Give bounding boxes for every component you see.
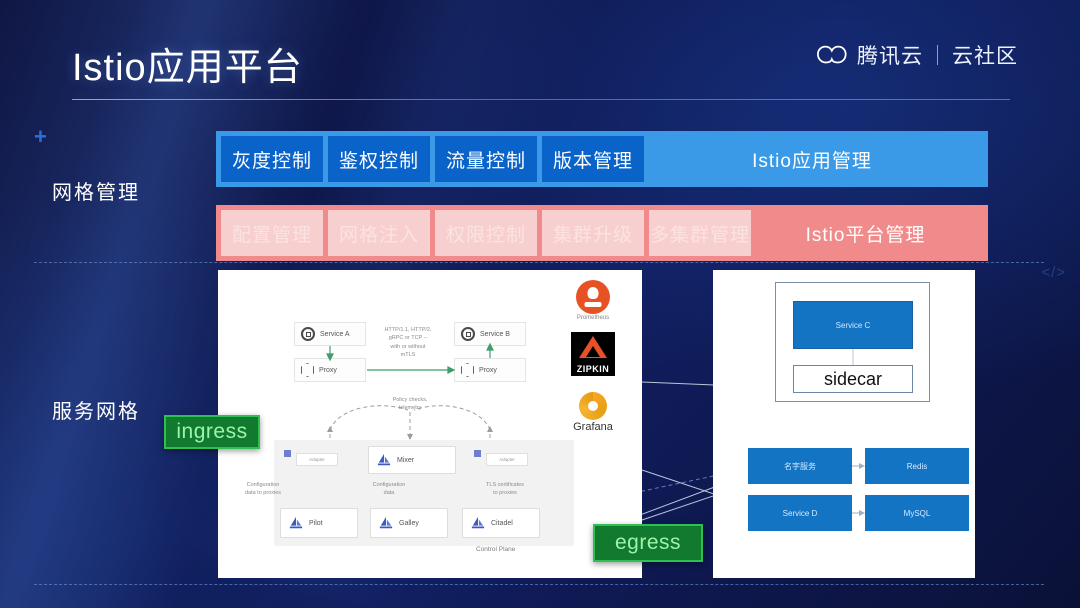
mixer-label: Mixer [397,456,415,464]
istio-sail-icon [471,516,485,529]
adapter-right-icon [474,450,481,457]
tencent-cloud-logo-icon [817,43,847,67]
band-caption-istio-platform-management: Istio平台管理 [805,224,926,246]
plus-decoration-icon: + [34,124,47,149]
pilot-box: Pilot [280,508,358,538]
dotted-separator-top [34,262,1044,263]
header-divider-rule [72,99,1010,100]
brand-lockup: 腾讯云 云社区 [817,40,1018,70]
tile-mesh-injection[interactable]: 网格注入 [328,210,430,256]
tile-gray-release[interactable]: 灰度控制 [221,136,323,182]
istio-architecture-panel: Service A Proxy Service B Proxy HTTP/1.1… [218,270,642,578]
slide-root: Istio应用平台 腾讯云 云社区 + 网格管理 服务网格 灰度控制 鉴权控制 … [0,0,1080,608]
dotted-separator-bottom [34,584,1044,585]
label-service-mesh: 服务网格 [52,401,140,423]
prometheus-logo: Prometheus [562,280,624,321]
istio-architecture-diagram: Service A Proxy Service B Proxy HTTP/1.1… [218,270,642,578]
pilot-label: Pilot [309,519,323,527]
tile-multi-cluster-management[interactable]: 多集群管理 [649,210,751,256]
galley-box: Galley [370,508,448,538]
tile-config-management[interactable]: 配置管理 [221,210,323,256]
tile-traffic-control[interactable]: 流量控制 [435,136,537,182]
adapter-left-icon [284,450,291,457]
prometheus-logo-icon [576,280,610,314]
label-mesh-management: 网格管理 [52,182,140,204]
zipkin-label: ZIPKIN [576,364,610,374]
egress-badge[interactable]: egress [593,524,703,562]
zipkin-logo-icon: ZIPKIN [571,332,615,376]
backend-connectors [852,463,865,516]
control-plane-caption: Control Plane [476,546,516,553]
brand-divider [937,45,938,65]
tls-certificates-note: TLS certificates to proxies [486,482,524,497]
tile-permission-control[interactable]: 权限控制 [435,210,537,256]
prometheus-label: Prometheus [576,315,610,321]
page-title: Istio应用平台 [72,47,303,89]
mixer-box: Mixer [368,446,456,474]
grafana-logo-icon [579,392,607,420]
citadel-label: Citadel [491,519,513,527]
istio-sail-icon [379,516,393,529]
brand-subname: 云社区 [952,45,1018,68]
istio-sail-icon [289,516,303,529]
band-caption-istio-app-management: Istio应用管理 [752,150,872,172]
istio-sail-icon [377,453,391,466]
code-brackets-icon: </> [1041,264,1066,281]
band-platform-management: 配置管理 网格注入 权限控制 集群升级 多集群管理 Istio平台管理 [216,205,988,261]
config-data-to-proxies-note: Configuration data to proxies [244,482,282,497]
band-mesh-management: 灰度控制 鉴权控制 流量控制 版本管理 Istio应用管理 [216,131,988,187]
adapter-right-box: Adapter [486,453,528,466]
citadel-box: Citadel [462,508,540,538]
grafana-label: Grafana [573,421,613,433]
tile-cluster-upgrade[interactable]: 集群升级 [542,210,644,256]
tile-version-management[interactable]: 版本管理 [542,136,644,182]
brand-name: 腾讯云 [857,45,923,68]
tile-auth-control[interactable]: 鉴权控制 [328,136,430,182]
galley-label: Galley [399,519,419,527]
config-data-note: Configuration data [372,482,406,497]
service-topology-panel: Service C sidecar 名字服务 Redis Service D M… [713,270,975,578]
ingress-badge[interactable]: ingress [164,415,260,449]
adapter-left-box: Adapter [296,453,338,466]
zipkin-logo: ZIPKIN [562,332,624,376]
grafana-logo: Grafana [558,392,628,433]
